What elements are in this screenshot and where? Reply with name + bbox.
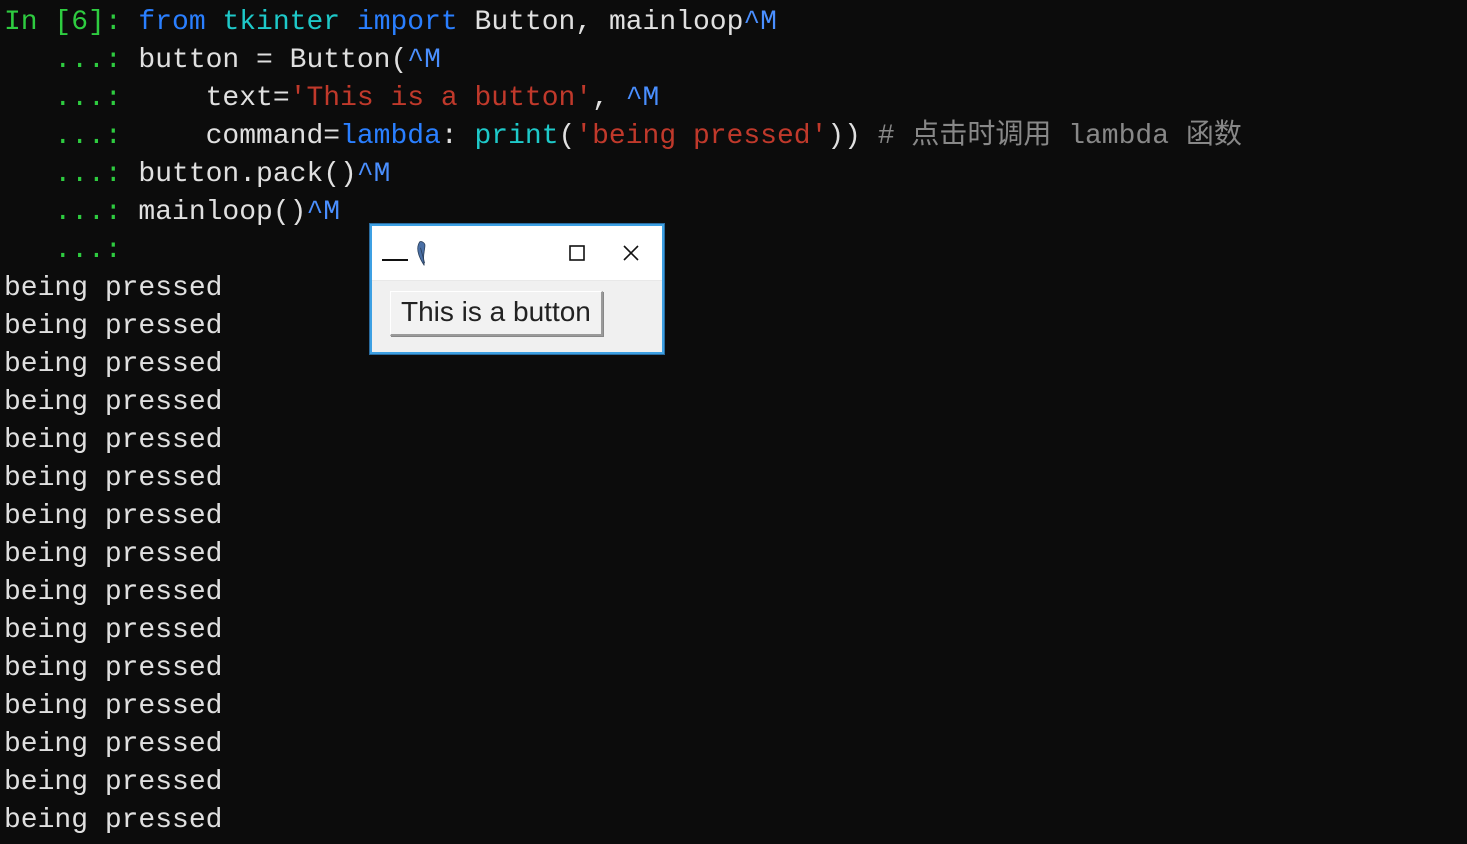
code-kw-lambda: lambda bbox=[340, 121, 441, 152]
ctrl-m-marker: ^M bbox=[357, 159, 391, 190]
ctrl-m-marker: ^M bbox=[407, 45, 441, 76]
code-line: mainloop() bbox=[138, 197, 306, 228]
prompt-cont: ...: bbox=[4, 45, 138, 76]
prompt-cont: ...: bbox=[4, 197, 138, 228]
prompt-in: In [6]: bbox=[4, 7, 138, 38]
close-button[interactable] bbox=[604, 231, 658, 275]
prompt-cont: ...: bbox=[4, 159, 138, 190]
minimize-button[interactable] bbox=[382, 259, 408, 261]
code-kw-from: from bbox=[138, 7, 205, 38]
maximize-button[interactable] bbox=[550, 231, 604, 275]
tk-body: This is a button bbox=[372, 280, 662, 352]
code-line: text= bbox=[138, 83, 289, 114]
ctrl-m-marker: ^M bbox=[743, 7, 777, 38]
titlebar[interactable] bbox=[372, 226, 662, 280]
prompt-cont: ...: bbox=[4, 235, 138, 266]
code-string: 'being pressed' bbox=[575, 121, 827, 152]
code-line: button.pack() bbox=[138, 159, 356, 190]
prompt-cont: ...: bbox=[4, 121, 138, 152]
prompt-cont: ...: bbox=[4, 83, 138, 114]
code-module: tkinter bbox=[222, 7, 340, 38]
tk-feather-icon bbox=[411, 237, 438, 269]
terminal[interactable]: In [6]: from tkinter import Button, main… bbox=[0, 0, 1467, 844]
code-kw-import: import bbox=[357, 7, 458, 38]
terminal-output: being pressed being pressed being presse… bbox=[4, 273, 222, 836]
code-line: button = Button( bbox=[138, 45, 407, 76]
ctrl-m-marker: ^M bbox=[306, 197, 340, 228]
code-names: Button, mainloop bbox=[475, 7, 744, 38]
ctrl-m-marker: ^M bbox=[626, 83, 660, 114]
code-line: command= bbox=[138, 121, 340, 152]
code-comment: # 点击时调用 lambda 函数 bbox=[878, 121, 1242, 152]
tk-button[interactable]: This is a button bbox=[390, 291, 603, 336]
code-string: 'This is a button' bbox=[290, 83, 592, 114]
tkinter-window[interactable]: This is a button bbox=[370, 224, 664, 354]
code-fn-print: print bbox=[475, 121, 559, 152]
